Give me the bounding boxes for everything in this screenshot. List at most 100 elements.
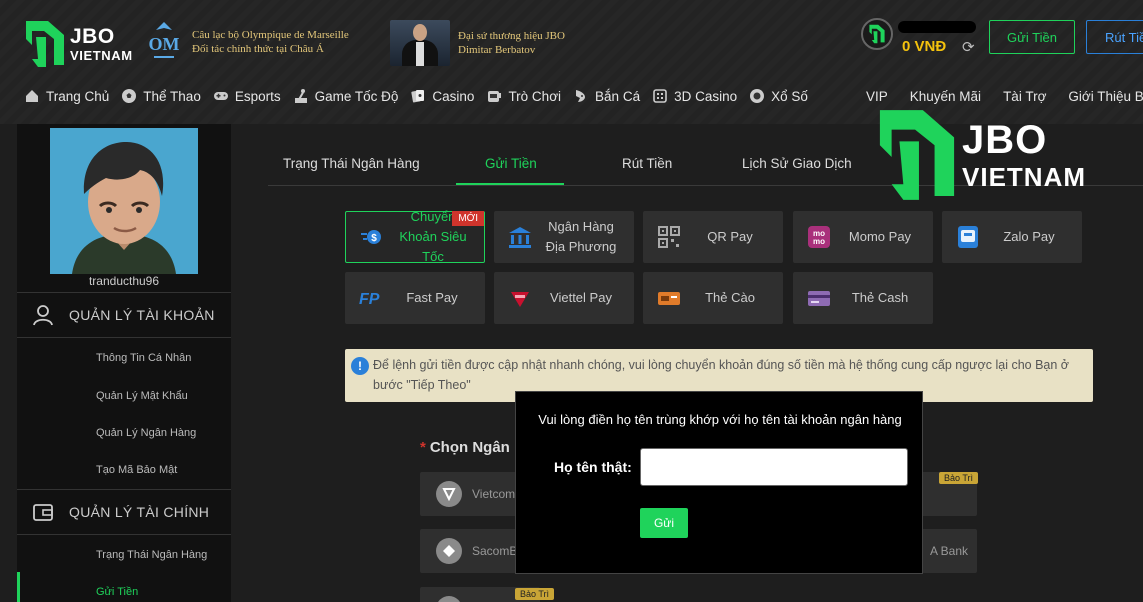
jbo-logo[interactable]: JBO VIETNAM bbox=[24, 18, 134, 70]
nav-item-lottery[interactable]: Xổ Số bbox=[749, 88, 808, 104]
cash-card-icon bbox=[808, 291, 830, 306]
watermark-text-vietnam: VIETNAM bbox=[962, 162, 1086, 192]
tab-transaction-history[interactable]: Lịch Sử Giao Dịch bbox=[742, 156, 852, 171]
gamepad-icon bbox=[213, 92, 228, 100]
slot-machine-icon bbox=[488, 91, 502, 102]
fish-icon bbox=[576, 90, 586, 102]
method-fast-pay[interactable]: FP Fast Pay bbox=[345, 272, 485, 324]
avatar-portrait-icon bbox=[50, 128, 198, 274]
ambassador-line2: Dimitar Berbatov bbox=[458, 44, 536, 56]
method-zalo-pay-label: Zalo Pay bbox=[1003, 229, 1055, 244]
sidebar-section-finance[interactable]: QUẢN LÝ TÀI CHÍNH bbox=[17, 489, 231, 535]
sidebar-item-profile[interactable]: Thông Tin Cá Nhân bbox=[96, 352, 191, 364]
ambassador-banner: Đại sứ thương hiệu JBO Dimitar Berbatov bbox=[390, 20, 565, 66]
method-fast-pay-label: Fast Pay bbox=[406, 290, 458, 305]
logo-text-vietnam: VIETNAM bbox=[70, 48, 133, 63]
cards-icon bbox=[411, 90, 425, 103]
account-sidebar: tranducthu96 QUẢN LÝ TÀI KHOẢN Thông Tin… bbox=[17, 124, 231, 602]
nav-item-games[interactable]: Trò Chơi bbox=[486, 88, 561, 104]
scratch-card-icon bbox=[658, 292, 680, 305]
nav-item-home[interactable]: Trang Chủ bbox=[24, 88, 109, 104]
tab-withdraw[interactable]: Rút Tiền bbox=[622, 156, 672, 171]
sidebar-active-indicator bbox=[17, 572, 20, 602]
ambassador-photo bbox=[390, 20, 450, 66]
qr-code-icon bbox=[658, 226, 680, 248]
new-badge: MỚI bbox=[452, 211, 484, 226]
3d-icon bbox=[653, 89, 667, 103]
real-name-label: Họ tên thật: bbox=[554, 459, 632, 475]
tab-bank-status[interactable]: Trạng Thái Ngân Hàng bbox=[283, 156, 420, 171]
method-qr-pay-label: QR Pay bbox=[707, 229, 753, 244]
method-momo-pay[interactable]: mo mo Momo Pay bbox=[793, 211, 933, 263]
maintenance-badge: Bảo Trì bbox=[515, 588, 555, 600]
method-qr-pay[interactable]: QR Pay bbox=[643, 211, 783, 263]
sidebar-item-password[interactable]: Quản Lý Mật Khẩu bbox=[96, 390, 188, 402]
active-tab-underline bbox=[456, 183, 564, 185]
svg-text:$: $ bbox=[371, 233, 377, 244]
bank-icon bbox=[436, 596, 462, 602]
bank-building-icon bbox=[509, 227, 531, 248]
modal-title: Vui lòng điền họ tên trùng khớp với họ t… bbox=[538, 412, 902, 427]
nav-item-fishing[interactable]: Bắn Cá bbox=[573, 88, 640, 104]
joystick-icon bbox=[294, 89, 307, 103]
user-icon bbox=[33, 305, 53, 326]
svg-text:FP: FP bbox=[359, 291, 380, 308]
method-fast-transfer[interactable]: $ Chuyển Khoản Siêu Tốc MỚI bbox=[345, 209, 485, 264]
main-nav: Trang Chủ Thể Thao Esports Game Tốc Độ C… bbox=[24, 86, 820, 106]
lottery-icon bbox=[750, 89, 765, 103]
jbo-watermark-mark-icon bbox=[879, 110, 955, 200]
jbo-watermark: JBO VIETNAM bbox=[876, 100, 1086, 210]
partner-banner: OM Câu lạc bộ Olympique de Marseille Đối… bbox=[146, 20, 349, 64]
svg-text:OM: OM bbox=[149, 34, 180, 54]
bank-name: A Bank bbox=[930, 544, 969, 558]
partner-line2: Đối tác chính thức tại Châu Á bbox=[192, 43, 324, 55]
partner-line1: Câu lạc bộ Olympique de Marseille bbox=[192, 29, 349, 41]
maintenance-badge: Bảo Trì bbox=[939, 472, 979, 484]
submit-button[interactable]: Gửi bbox=[640, 508, 688, 538]
real-name-input[interactable] bbox=[640, 448, 908, 486]
home-icon bbox=[26, 90, 38, 102]
sidebar-section-account-label: QUẢN LÝ TÀI KHOẢN bbox=[69, 307, 215, 323]
deposit-button[interactable]: Gửi Tiền bbox=[989, 20, 1075, 54]
watermark-text-jbo: JBO bbox=[962, 118, 1048, 162]
soccer-ball-icon bbox=[122, 89, 137, 103]
info-icon: ! bbox=[351, 357, 369, 375]
method-viettel-pay-label: Viettel Pay bbox=[550, 290, 612, 305]
nav-item-fast-games[interactable]: Game Tốc Độ bbox=[293, 88, 398, 104]
momo-icon: momo bbox=[808, 226, 830, 248]
username-redacted bbox=[898, 21, 976, 33]
zalo-icon bbox=[958, 226, 978, 248]
vietcombank-icon bbox=[436, 481, 462, 507]
svg-text:mo: mo bbox=[813, 237, 825, 246]
wallet-logo-icon[interactable] bbox=[861, 18, 893, 50]
method-cash-card[interactable]: Thẻ Cash bbox=[793, 272, 933, 324]
avatar[interactable] bbox=[50, 128, 198, 274]
sidebar-item-security-code[interactable]: Tạo Mã Bảo Mật bbox=[96, 464, 177, 476]
sidebar-section-account[interactable]: QUẢN LÝ TÀI KHOẢN bbox=[17, 292, 231, 338]
method-cash-card-label: Thẻ Cash bbox=[851, 290, 909, 305]
method-viettel-pay[interactable]: Viettel Pay bbox=[494, 272, 634, 324]
refresh-icon[interactable]: ⟳ bbox=[962, 38, 975, 56]
nav-item-sports[interactable]: Thể Thao bbox=[121, 88, 201, 104]
method-scratch-card-label: Thẻ Cào bbox=[705, 290, 755, 305]
nav-item-casino[interactable]: Casino bbox=[410, 88, 474, 104]
fast-transfer-icon: $ bbox=[361, 230, 381, 244]
fastpay-icon: FP bbox=[359, 291, 380, 308]
notice-text: Để lệnh gửi tiền được cập nhật nhanh chó… bbox=[373, 358, 1069, 392]
sidebar-item-bank-management[interactable]: Quản Lý Ngân Hàng bbox=[96, 427, 196, 439]
method-zalo-pay[interactable]: Zalo Pay bbox=[942, 211, 1082, 263]
tab-deposit[interactable]: Gửi Tiền bbox=[485, 156, 537, 171]
withdraw-button[interactable]: Rút Tiền bbox=[1086, 20, 1143, 54]
nav-item-esports[interactable]: Esports bbox=[213, 88, 281, 104]
nav-item-3d-casino[interactable]: 3D Casino bbox=[652, 88, 737, 104]
real-name-modal: Vui lòng điền họ tên trùng khớp với họ t… bbox=[515, 391, 923, 574]
jbo-logo-mark-icon bbox=[26, 21, 64, 67]
method-scratch-card[interactable]: Thẻ Cào bbox=[643, 272, 783, 324]
sidebar-item-bank-status[interactable]: Trạng Thái Ngân Hàng bbox=[96, 549, 207, 561]
sacombank-icon bbox=[436, 538, 462, 564]
method-momo-pay-label: Momo Pay bbox=[848, 229, 912, 244]
logo-text-jbo: JBO bbox=[70, 25, 115, 48]
ambassador-line1: Đại sứ thương hiệu JBO bbox=[458, 30, 565, 42]
method-local-bank[interactable]: Ngân Hàng Địa Phương bbox=[494, 211, 634, 263]
sidebar-item-deposit[interactable]: Gửi Tiền bbox=[96, 586, 138, 598]
